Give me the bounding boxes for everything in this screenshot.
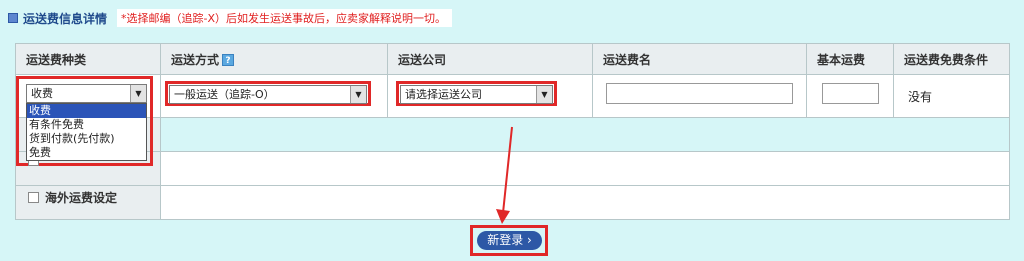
method-value: 一般运送（追踪-O） xyxy=(174,88,275,101)
fee-type-select[interactable]: 收费 ▼ xyxy=(26,84,147,103)
fee-name-input[interactable] xyxy=(606,83,793,104)
foreign-shipping-checkbox[interactable] xyxy=(28,192,39,203)
method-select[interactable]: 一般运送（追踪-O） ▼ xyxy=(169,85,367,104)
fee-type-option[interactable]: 货到付款(先付款) xyxy=(27,132,146,146)
base-fee-input[interactable] xyxy=(822,83,879,104)
chevron-down-icon[interactable]: ▼ xyxy=(536,86,552,103)
fee-type-dropdown[interactable]: 收费 有条件免费 货到付款(先付款) 免费 xyxy=(26,103,147,161)
fee-type-option[interactable]: 免费 xyxy=(27,146,146,160)
free-condition-value: 没有 xyxy=(908,90,933,104)
col-header-fee-name: 运送费名 xyxy=(592,43,807,75)
section-header: 运送费信息详情 *选择邮编（追踪-X）后如发生运送事故后，应卖家解释说明一切。 xyxy=(8,9,453,27)
col-header-fee-type: 运送费种类 xyxy=(15,43,161,75)
register-button[interactable]: 新登录 › xyxy=(477,231,542,250)
col-header-base-fee: 基本运费 xyxy=(806,43,894,75)
col-header-method-label: 运送方式 xyxy=(171,52,220,67)
notice-text: *选择邮编（追踪-X）后如发生运送事故后，应卖家解释说明一切。 xyxy=(117,9,453,27)
company-value: 请选择运送公司 xyxy=(405,88,482,101)
arrow-down-icon xyxy=(496,126,513,224)
company-select[interactable]: 请选择运送公司 ▼ xyxy=(400,85,553,104)
col-header-method: 运送方式? xyxy=(160,43,388,75)
foreign-shipping-option[interactable]: 海外运费设定 xyxy=(28,189,117,206)
help-icon[interactable]: ? xyxy=(222,54,235,66)
fee-type-option[interactable]: 收费 xyxy=(27,104,146,118)
col-header-free-condition: 运送费免费条件 xyxy=(893,43,1010,75)
chevron-down-icon[interactable]: ▼ xyxy=(130,85,146,102)
table-header-row: 运送费种类 运送方式? 运送公司 运送费名 基本运费 运送费免费条件 xyxy=(15,43,1010,75)
foreign-shipping-label: 海外运费设定 xyxy=(45,191,118,205)
fee-type-option[interactable]: 有条件免费 xyxy=(27,118,146,132)
fee-type-value: 收费 xyxy=(31,87,53,100)
col-header-company: 运送公司 xyxy=(387,43,593,75)
section-title: 运送费信息详情 xyxy=(23,11,108,26)
section-square-icon xyxy=(8,13,18,23)
chevron-down-icon[interactable]: ▼ xyxy=(350,86,366,103)
